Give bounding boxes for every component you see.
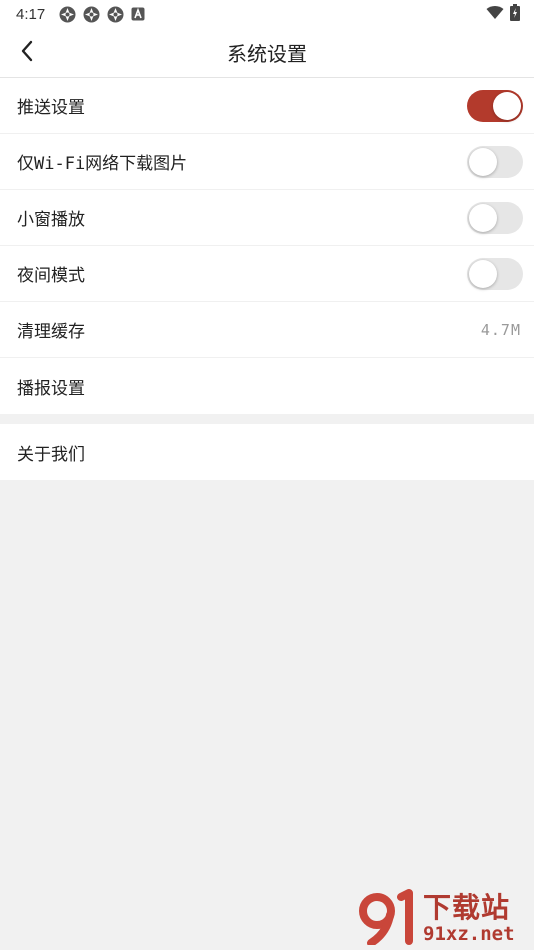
toggle-knob: [469, 147, 497, 176]
push-settings-row[interactable]: 推送设置: [0, 78, 534, 134]
settings-list: 推送设置 仅Wi-Fi网络下载图片 小窗播放 夜间模式 清理缓存 4.7M 播报…: [0, 78, 534, 414]
mini-window-toggle[interactable]: [467, 201, 523, 234]
wifi-images-toggle[interactable]: [467, 145, 523, 178]
watermark-text: 下载站 91xz.net: [423, 891, 515, 946]
watermark: 下载站 91xz.net: [357, 889, 532, 949]
broadcast-settings-label: 播报设置: [17, 378, 85, 399]
chevron-left-icon: [20, 40, 34, 66]
wifi-icon: [486, 5, 504, 24]
toggle-knob: [469, 259, 497, 288]
watermark-logo-icon: [357, 889, 419, 949]
cache-size-value: 4.7M: [480, 320, 521, 339]
aperture-icon: [107, 6, 124, 23]
about-us-label: 关于我们: [17, 444, 85, 465]
aperture-icon: [59, 6, 76, 23]
status-right-icons: [486, 3, 520, 25]
watermark-url: 91xz.net: [423, 923, 515, 945]
status-bar: 4:17: [0, 0, 534, 28]
notification-icons: [59, 6, 145, 23]
a-badge-icon: [131, 7, 145, 21]
back-button[interactable]: [10, 36, 44, 70]
night-mode-toggle[interactable]: [467, 257, 523, 290]
mini-window-label: 小窗播放: [17, 210, 85, 230]
toggle-knob: [469, 203, 497, 232]
broadcast-settings-row[interactable]: 播报设置: [0, 358, 534, 414]
mini-window-row[interactable]: 小窗播放: [0, 190, 534, 246]
clear-cache-label: 清理缓存: [17, 322, 85, 342]
night-mode-row[interactable]: 夜间模式: [0, 246, 534, 302]
night-mode-label: 夜间模式: [17, 266, 85, 286]
page-title: 系统设置: [227, 42, 307, 66]
wifi-images-label: 仅Wi-Fi网络下载图片: [17, 154, 188, 174]
push-settings-label: 推送设置: [17, 98, 85, 118]
aperture-icon: [83, 6, 100, 23]
battery-icon: [510, 3, 520, 25]
wifi-images-row[interactable]: 仅Wi-Fi网络下载图片: [0, 134, 534, 190]
watermark-title: 下载站: [423, 891, 511, 924]
clear-cache-row[interactable]: 清理缓存 4.7M: [0, 302, 534, 358]
about-us-row[interactable]: 关于我们: [0, 424, 534, 480]
push-settings-toggle[interactable]: [467, 89, 523, 122]
app-bar: 系统设置: [0, 28, 534, 78]
toggle-knob: [493, 91, 521, 120]
status-time: 4:17: [16, 5, 46, 23]
about-group: 关于我们: [0, 424, 534, 480]
